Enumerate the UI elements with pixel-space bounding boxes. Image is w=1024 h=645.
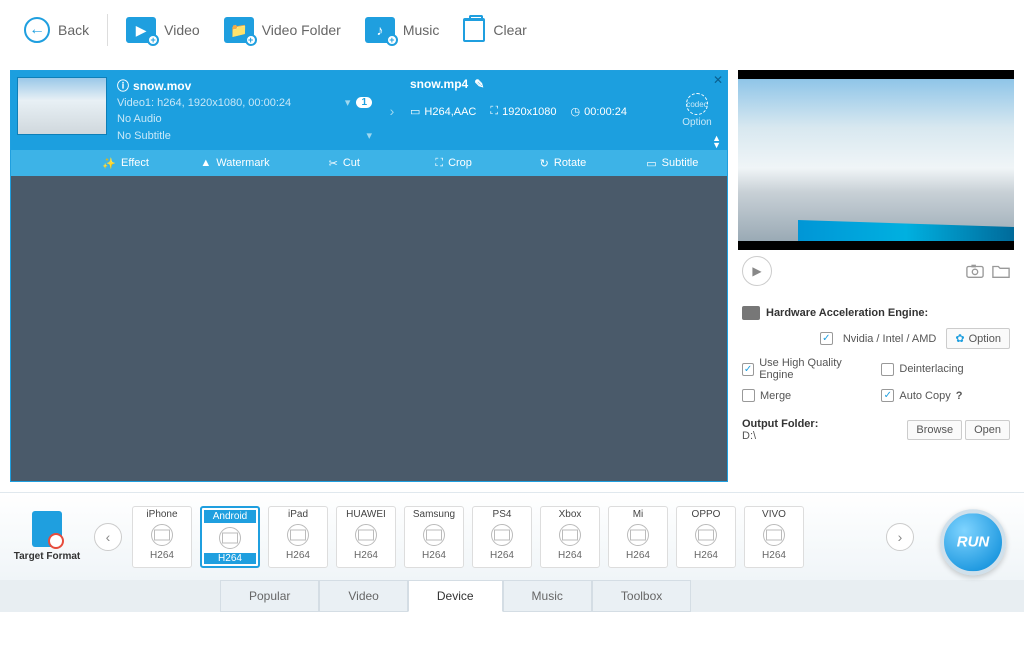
run-button[interactable]: RUN (940, 509, 1006, 575)
format-samsung[interactable]: SamsungH264 (404, 506, 464, 568)
browse-button[interactable]: Browse (907, 420, 962, 440)
merge-checkbox[interactable]: Merge (742, 385, 871, 406)
deinterlace-checkbox[interactable]: Deinterlacing (881, 353, 1010, 385)
hw-option-button[interactable]: ✿ Option (946, 328, 1010, 349)
convert-arrow-icon: › (382, 77, 402, 144)
output-folder-label: Output Folder: (742, 418, 818, 430)
format-ps4[interactable]: PS4H264 (472, 506, 532, 568)
nvidia-checkbox[interactable] (820, 332, 833, 345)
preview-panel: ▶ Hardware Acceleration Engine: Nvidia /… (738, 70, 1014, 482)
target-format-icon (32, 511, 62, 547)
reorder-arrows[interactable]: ▲▼ (712, 135, 721, 149)
format-ipad[interactable]: iPadH264 (268, 506, 328, 568)
back-arrow-icon: ← (24, 17, 50, 43)
play-button[interactable]: ▶ (742, 256, 772, 286)
resolution-info: ⛶ 1920x1080 (490, 105, 556, 118)
target-format-label: Target Format (10, 551, 84, 562)
clear-button[interactable]: Clear (451, 18, 538, 42)
gear-icon: codec (686, 93, 708, 115)
folder-icon: 📁+ (224, 17, 254, 43)
format-list: iPhoneH264 AndroidH264 iPadH264 HUAWEIH2… (132, 506, 876, 568)
tab-popular[interactable]: Popular (220, 580, 319, 612)
format-next-button[interactable]: › (886, 523, 914, 551)
tab-toolbox[interactable]: Toolbox (592, 580, 691, 612)
format-oppo[interactable]: OPPOH264 (676, 506, 736, 568)
crop-button[interactable]: ⛶ Crop (399, 150, 508, 176)
hq-engine-checkbox[interactable]: Use High Quality Engine (742, 353, 871, 385)
audio-track-select[interactable]: No Audio (117, 111, 372, 127)
duration-info: ◷ 00:00:24 (571, 105, 627, 118)
snapshot-icon[interactable] (966, 263, 984, 279)
format-prev-button[interactable]: ‹ (94, 523, 122, 551)
add-music-button[interactable]: ♪+ Music (353, 17, 452, 43)
tab-device[interactable]: Device (408, 580, 503, 612)
tab-video[interactable]: Video (319, 580, 407, 612)
target-format-indicator: Target Format (10, 511, 84, 562)
open-folder-icon[interactable] (992, 263, 1010, 279)
codec-info: ▭ H264,AAC (410, 105, 476, 118)
edit-name-icon[interactable]: ✎ (474, 77, 484, 91)
subtitle-button[interactable]: ▭ Subtitle (618, 150, 727, 176)
output-folder-path: D:\ (742, 430, 818, 442)
open-button[interactable]: Open (965, 420, 1010, 440)
subtitle-status: No Subtitle (117, 130, 171, 142)
preview-image (738, 79, 1014, 241)
hw-accel-title: Hardware Acceleration Engine: (766, 307, 928, 319)
video-track-select[interactable]: Video1: h264, 1920x1080, 00:00:24 ▾ 1 (117, 94, 372, 111)
close-icon[interactable]: ✕ (713, 73, 723, 87)
track-badge: 1 (356, 97, 372, 108)
add-video-button[interactable]: ▶+ Video (114, 17, 212, 43)
info-icon: ⓘ (117, 77, 129, 94)
toolbar-separator (107, 14, 108, 46)
format-android[interactable]: AndroidH264 (200, 506, 260, 568)
preview-controls: ▶ (738, 250, 1014, 292)
video-track-info: Video1: h264, 1920x1080, 00:00:24 (117, 97, 291, 109)
autocopy-checkbox[interactable]: Auto Copy ? (881, 385, 1010, 406)
format-mi[interactable]: MiH264 (608, 506, 668, 568)
edit-toolbar: ✨ Effect ▲ Watermark ✂ Cut ⛶ Crop ↻ Rota… (11, 150, 727, 176)
video-folder-label: Video Folder (262, 22, 341, 38)
file-item[interactable]: ✕ ▲▼ ⓘ snow.mov Video1: h264, 1920x1080,… (11, 71, 727, 176)
effect-button[interactable]: ✨ Effect (71, 150, 180, 176)
format-strip: Target Format ‹ iPhoneH264 AndroidH264 i… (0, 492, 1024, 580)
video-thumbnail (17, 77, 107, 135)
watermark-button[interactable]: ▲ Watermark (180, 150, 289, 176)
input-filename: snow.mov (133, 79, 191, 93)
category-tabs: Popular Video Device Music Toolbox (0, 580, 1024, 612)
settings-panel: Hardware Acceleration Engine: Nvidia / I… (738, 292, 1014, 452)
output-filename: snow.mp4 (410, 77, 468, 91)
video-icon: ▶+ (126, 17, 156, 43)
clear-label: Clear (493, 22, 526, 38)
format-huawei[interactable]: HUAWEIH264 (336, 506, 396, 568)
format-vivo[interactable]: VIVOH264 (744, 506, 804, 568)
rotate-button[interactable]: ↻ Rotate (508, 150, 617, 176)
music-icon: ♪+ (365, 17, 395, 43)
nvidia-label: Nvidia / Intel / AMD (843, 333, 937, 345)
main-toolbar: ← Back ▶+ Video 📁+ Video Folder ♪+ Music… (0, 0, 1024, 60)
cut-button[interactable]: ✂ Cut (290, 150, 399, 176)
music-label: Music (403, 22, 440, 38)
back-label: Back (58, 22, 89, 38)
main-area: ✕ ▲▼ ⓘ snow.mov Video1: h264, 1920x1080,… (0, 60, 1024, 492)
add-video-folder-button[interactable]: 📁+ Video Folder (212, 17, 353, 43)
audio-status: No Audio (117, 113, 162, 125)
file-list-panel: ✕ ▲▼ ⓘ snow.mov Video1: h264, 1920x1080,… (10, 70, 728, 482)
video-preview (738, 70, 1014, 250)
trash-icon (463, 18, 485, 42)
subtitle-track-select[interactable]: No Subtitle▾ (117, 127, 372, 144)
back-button[interactable]: ← Back (12, 17, 101, 43)
format-iphone[interactable]: iPhoneH264 (132, 506, 192, 568)
video-label: Video (164, 22, 200, 38)
tab-music[interactable]: Music (503, 580, 592, 612)
option-label: Option (682, 117, 711, 128)
gear-icon: ✿ (955, 332, 964, 345)
chip-icon (742, 306, 760, 320)
format-xbox[interactable]: XboxH264 (540, 506, 600, 568)
